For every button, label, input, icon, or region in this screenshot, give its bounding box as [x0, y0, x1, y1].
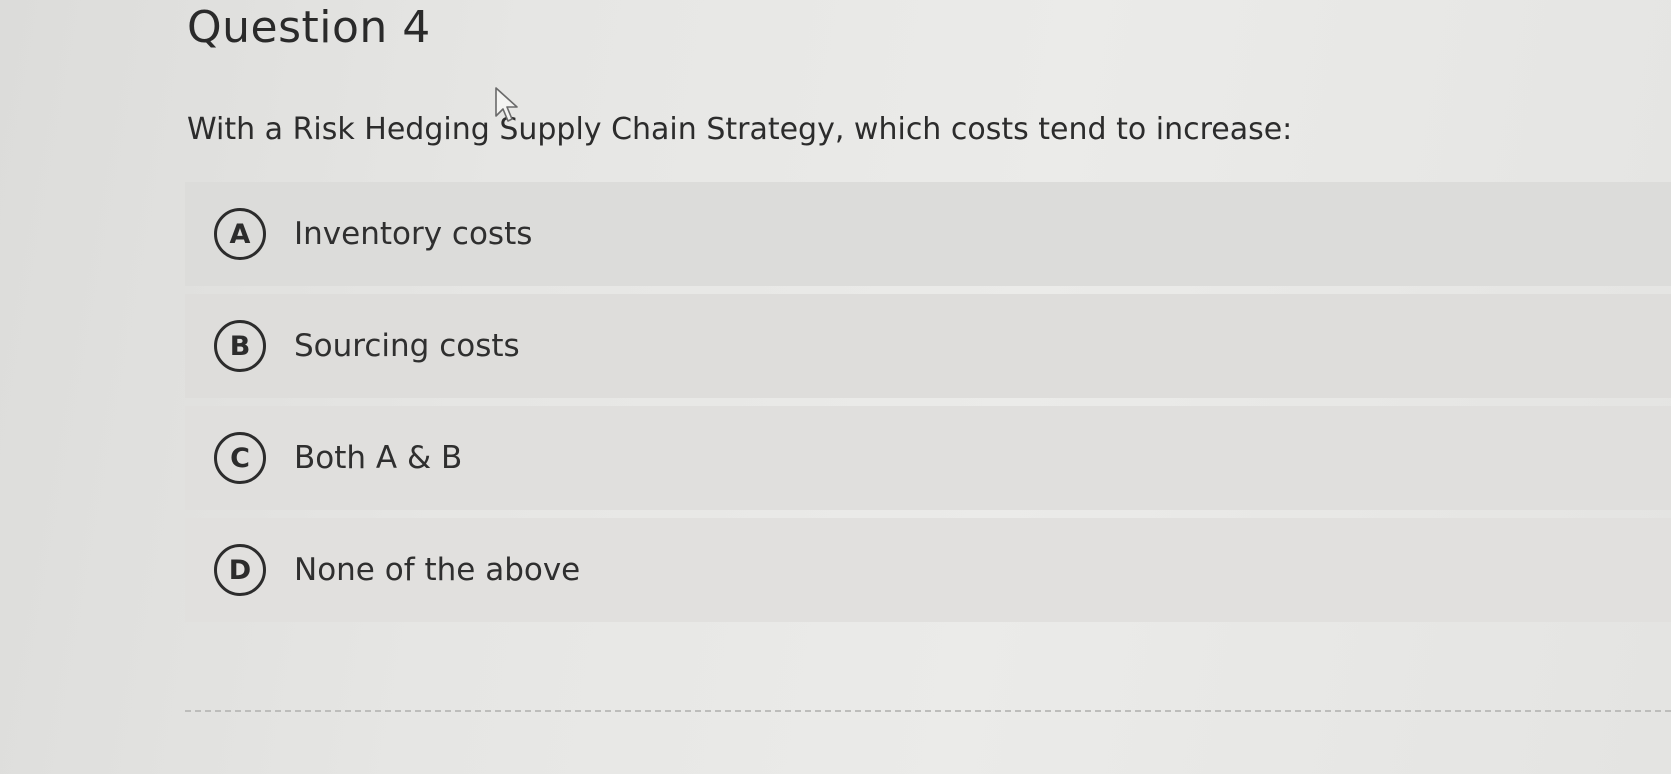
- answer-options: A Inventory costs B Sourcing costs C Bot…: [185, 182, 1671, 630]
- option-d-letter-badge: D: [214, 544, 266, 596]
- option-d-label: None of the above: [294, 552, 581, 588]
- option-b-letter-badge: B: [214, 320, 266, 372]
- option-b[interactable]: B Sourcing costs: [185, 294, 1671, 398]
- question-text: With a Risk Hedging Supply Chain Strateg…: [187, 112, 1293, 147]
- option-a-letter-badge: A: [214, 208, 266, 260]
- section-divider: [185, 710, 1671, 712]
- question-title: Question 4: [187, 2, 431, 53]
- option-c[interactable]: C Both A & B: [185, 406, 1671, 510]
- option-b-label: Sourcing costs: [294, 328, 520, 364]
- option-d[interactable]: D None of the above: [185, 518, 1671, 622]
- option-c-letter-badge: C: [214, 432, 266, 484]
- option-a-label: Inventory costs: [294, 216, 533, 252]
- mouse-pointer-icon: [495, 87, 518, 122]
- option-a[interactable]: A Inventory costs: [185, 182, 1671, 286]
- option-c-label: Both A & B: [294, 440, 463, 476]
